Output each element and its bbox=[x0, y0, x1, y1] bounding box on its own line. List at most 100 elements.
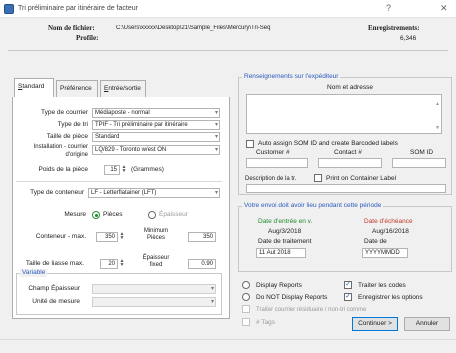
install-label-line2: d'origine bbox=[65, 152, 89, 158]
bundle-size-label: Taille de liasse max. bbox=[25, 260, 84, 267]
thickness-label-line1: Épaisseur bbox=[142, 255, 170, 261]
print-label-label: Print on Container Label bbox=[326, 175, 397, 182]
no-display-reports-label: Do NOT Display Reports bbox=[256, 294, 328, 301]
mail-type-value: Médiaposte - normal bbox=[95, 110, 150, 116]
start-date-label: Date d'entrée en v. bbox=[258, 218, 313, 225]
save-options-label: Enregistrer les options bbox=[358, 294, 423, 301]
min-pieces-label: Minimum Pièces bbox=[136, 228, 176, 242]
install-select[interactable]: LQ/829 - Toronto w/est ON ▾ bbox=[92, 145, 220, 155]
somid-label: SOM ID bbox=[410, 149, 434, 156]
title-bar: Tri préliminaire par itinéraire de facte… bbox=[0, 0, 456, 18]
process-codes-label: Traiter les codes bbox=[358, 282, 406, 289]
min-pieces-label-line2: Pièces bbox=[146, 235, 165, 241]
measure-pieces-radio[interactable] bbox=[92, 211, 100, 219]
contact-input[interactable] bbox=[318, 158, 382, 168]
measure-unit-label: Unité de mesure bbox=[32, 298, 80, 305]
sort-type-value: TPIF - Tri préliminaire par itinéraire bbox=[95, 122, 188, 128]
expiry-date-value: Aug/16/2018 bbox=[372, 228, 409, 235]
tab-io[interactable]: Entrée/sortie bbox=[100, 80, 146, 98]
piece-size-value: Standard bbox=[95, 134, 120, 140]
bundle-size-stepper[interactable]: ▲ ▼ bbox=[119, 259, 125, 268]
variable-group bbox=[16, 273, 222, 315]
thickness-label: Épaisseur fixed bbox=[136, 255, 176, 269]
dates-group-title: Votre envoi doit avoir lieu pendant cett… bbox=[242, 202, 384, 210]
process-mail-note: Traiter courrier résiduaire / non-tri co… bbox=[256, 307, 367, 313]
display-reports-radio[interactable] bbox=[242, 281, 250, 289]
install-label-line1: Installation - courrier bbox=[33, 144, 88, 150]
install-label: Installation - courrier d'origine bbox=[8, 143, 88, 159]
mail-type-select[interactable]: Médiaposte - normal ▾ bbox=[92, 108, 220, 118]
no-display-reports-radio[interactable] bbox=[242, 293, 250, 301]
tab-standard[interactable]: Standard bbox=[14, 78, 54, 98]
display-reports-label: Display Reports bbox=[256, 282, 302, 289]
chevron-down-icon: ▾ bbox=[214, 122, 218, 128]
container-max-label: Conteneur - max. bbox=[35, 233, 86, 240]
somid-input[interactable] bbox=[392, 158, 446, 168]
variable-group-title: Variable bbox=[20, 269, 48, 277]
chevron-down-icon: ▾ bbox=[210, 286, 214, 292]
header-divider bbox=[8, 50, 448, 51]
measure-thickness-label: Épaisseur bbox=[159, 211, 188, 218]
records-label: Enregistrements: bbox=[368, 24, 420, 32]
min-pieces-input[interactable]: 350 bbox=[188, 232, 216, 242]
container-type-label: Type de conteneur bbox=[30, 189, 84, 196]
scroll-down-icon: ▼ bbox=[435, 125, 440, 131]
weight-label: Poids de la pièce bbox=[38, 166, 88, 173]
sort-type-label: Type de tri bbox=[57, 121, 88, 128]
cancel-button[interactable]: Annuler bbox=[404, 317, 450, 331]
bundle-size-input[interactable]: 20 bbox=[100, 259, 118, 269]
chevron-down-icon: ▾ bbox=[214, 147, 218, 153]
chevron-down-icon: ▾ bbox=[210, 299, 214, 305]
measure-pieces-label: Pièces bbox=[103, 211, 123, 218]
process-codes-checkbox[interactable]: ✓ bbox=[344, 281, 352, 289]
container-type-select[interactable]: LF - Letterflatainer (LFT) ▾ bbox=[88, 188, 220, 198]
chevron-down-icon: ▾ bbox=[214, 190, 218, 196]
measure-label: Mesure bbox=[64, 211, 86, 218]
tags-label: # Tags bbox=[256, 319, 276, 326]
contact-label: Contact # bbox=[334, 149, 362, 156]
measure-unit-select[interactable]: ▾ bbox=[92, 297, 216, 307]
filename-value: C:\Users\xxxxx\Desktop\21\Sample_Files\M… bbox=[116, 25, 271, 31]
thickness-field-label: Champ Épaisseur bbox=[28, 285, 80, 292]
thickness-field-select[interactable]: ▾ bbox=[92, 284, 216, 294]
tags-checkbox[interactable] bbox=[242, 318, 250, 326]
name-address-textarea[interactable]: ▲ ▼ bbox=[246, 94, 442, 134]
tab-preference[interactable]: Préférence bbox=[56, 80, 98, 98]
weight-input[interactable]: 15 bbox=[104, 165, 120, 175]
measure-thickness-radio[interactable] bbox=[148, 211, 156, 219]
print-label-checkbox[interactable] bbox=[314, 174, 322, 182]
min-pieces-label-line1: Minimum bbox=[143, 228, 169, 234]
piece-size-label: Taille de pièce bbox=[46, 133, 88, 140]
process-mail-checkbox[interactable] bbox=[242, 305, 250, 313]
chevron-down-icon: ▾ bbox=[214, 110, 218, 116]
app-icon bbox=[4, 4, 14, 14]
auto-assign-label: Auto assign SOM ID and create Barcoded l… bbox=[258, 140, 398, 147]
save-options-checkbox[interactable]: ✓ bbox=[344, 293, 352, 301]
sort-type-select[interactable]: TPIF - Tri préliminaire par itinéraire ▾ bbox=[92, 120, 220, 130]
install-value: LQ/829 - Toronto w/est ON bbox=[95, 147, 167, 153]
auto-assign-checkbox[interactable] bbox=[246, 140, 254, 148]
piece-size-select[interactable]: Standard ▾ bbox=[92, 132, 220, 142]
profile-label: Profile: bbox=[76, 34, 99, 42]
horizontal-scrollbar[interactable] bbox=[0, 339, 456, 353]
help-button[interactable]: ? bbox=[386, 3, 391, 13]
date-format-input[interactable]: YYYYMMDD bbox=[362, 248, 408, 258]
chevron-down-icon: ▾ bbox=[214, 134, 218, 140]
container-max-input[interactable]: 350 bbox=[96, 232, 118, 242]
close-icon[interactable]: ✕ bbox=[440, 3, 448, 14]
weight-stepper[interactable]: ▲ ▼ bbox=[121, 165, 127, 174]
filename-label: Nom de fichier: bbox=[48, 24, 95, 32]
description-label: Description de la tr. bbox=[245, 176, 297, 182]
processing-date-input[interactable]: 11 Aut 2018 bbox=[256, 248, 306, 258]
description-input[interactable] bbox=[246, 184, 446, 193]
scroll-up-icon: ▲ bbox=[435, 101, 440, 107]
customer-input[interactable] bbox=[246, 158, 308, 168]
continue-button[interactable]: Continuer > bbox=[352, 317, 398, 331]
customer-label: Customer # bbox=[256, 149, 290, 156]
date-format-label: Date de bbox=[364, 238, 387, 245]
expiry-date-label: Date d'échéance bbox=[364, 218, 413, 225]
container-max-stepper[interactable]: ▲ ▼ bbox=[119, 232, 125, 241]
processing-date-label: Date de traitement bbox=[258, 238, 312, 245]
thickness-input[interactable]: 0.90 bbox=[188, 259, 216, 269]
window-title: Tri préliminaire par itinéraire de facte… bbox=[18, 5, 138, 12]
